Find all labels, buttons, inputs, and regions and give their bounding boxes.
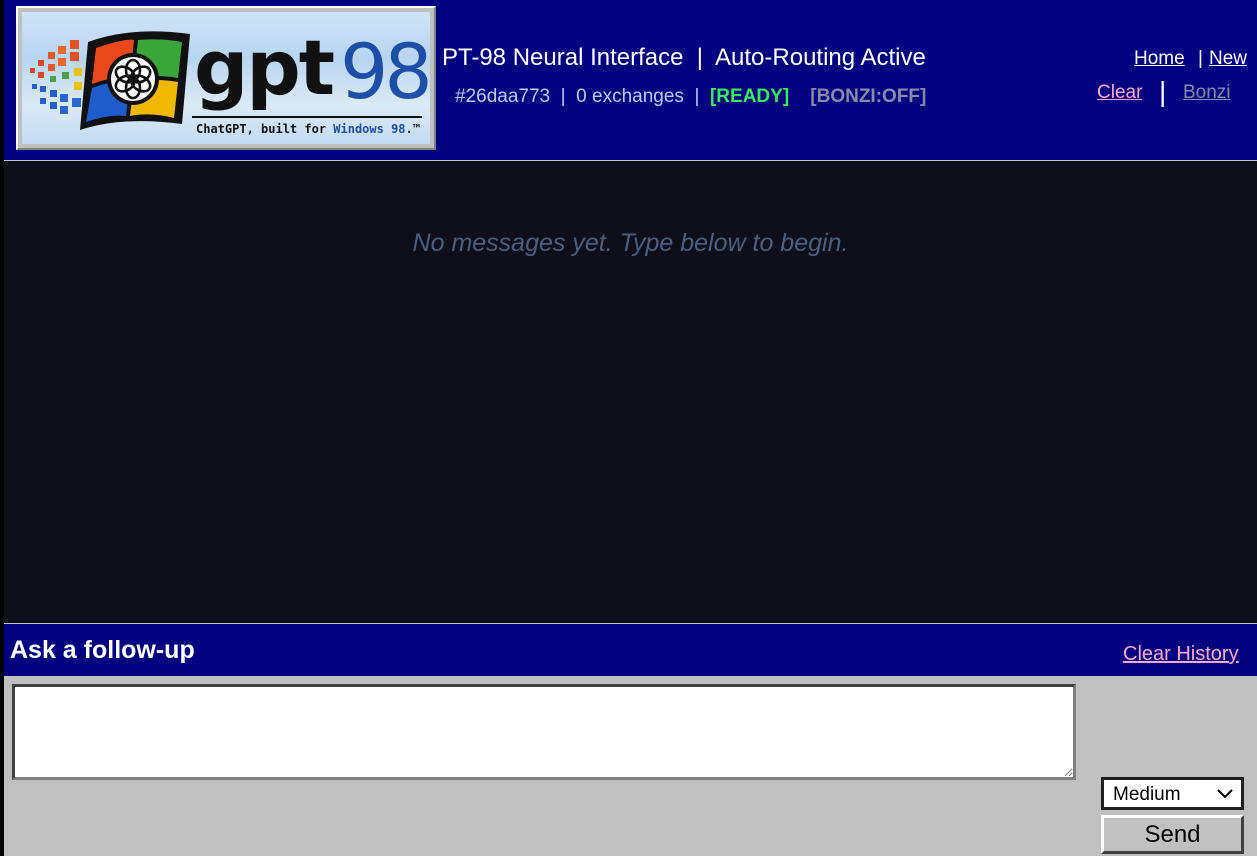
empty-state-message: No messages yet. Type below to begin.: [412, 229, 849, 257]
page-title: PT-98 Neural Interface | Auto-Routing Ac…: [442, 44, 926, 71]
logo-tagline-prefix: ChatGPT, built for: [196, 122, 334, 136]
header: gpt 98 ChatGPT, built for Windows 98.™ P…: [4, 0, 1257, 161]
logo-tagline-brand: Windows 98: [333, 122, 406, 136]
logo-tagline-suffix: .™: [405, 122, 420, 136]
nav-separator: |: [1159, 76, 1167, 107]
composer-title: Ask a follow-up: [10, 636, 195, 664]
message-input[interactable]: [12, 684, 1076, 780]
send-button[interactable]: Send: [1101, 815, 1244, 854]
logo-word: gpt: [194, 23, 335, 112]
composer-header: Ask a follow-up Clear History: [4, 623, 1257, 676]
logo[interactable]: gpt 98 ChatGPT, built for Windows 98.™: [16, 6, 436, 150]
status-separator: |: [560, 86, 566, 107]
model-select[interactable]: Medium: [1101, 777, 1244, 810]
clear-link[interactable]: Clear: [1097, 82, 1142, 104]
chevron-down-icon: [1215, 784, 1235, 809]
bonzi-link[interactable]: Bonzi: [1183, 82, 1231, 104]
page: gpt 98 ChatGPT, built for Windows 98.™ P…: [4, 0, 1257, 856]
status-separator: |: [694, 86, 700, 107]
logo-banner: gpt 98 ChatGPT, built for Windows 98.™: [22, 12, 430, 144]
model-select-value: Medium: [1113, 784, 1181, 805]
ready-status-badge: [READY]: [709, 86, 790, 107]
chat-transcript[interactable]: No messages yet. Type below to begin.: [4, 161, 1257, 622]
home-link[interactable]: Home: [1134, 48, 1185, 70]
session-id: #26daa773: [455, 86, 551, 107]
logo-divider: [192, 116, 422, 118]
clear-history-link[interactable]: Clear History: [1123, 643, 1239, 666]
logo-tagline: ChatGPT, built for Windows 98.™: [196, 122, 420, 136]
exchange-count: 0 exchanges: [576, 86, 684, 107]
status-line: #26daa773 | 0 exchanges | [READY] [BONZI…: [455, 86, 926, 108]
logo-number: 98: [340, 27, 430, 116]
new-link[interactable]: New: [1209, 48, 1247, 70]
composer: Medium Send: [4, 676, 1257, 856]
bonzi-status-badge: [BONZI:OFF]: [810, 86, 927, 107]
nav-separator: |: [1198, 48, 1203, 69]
